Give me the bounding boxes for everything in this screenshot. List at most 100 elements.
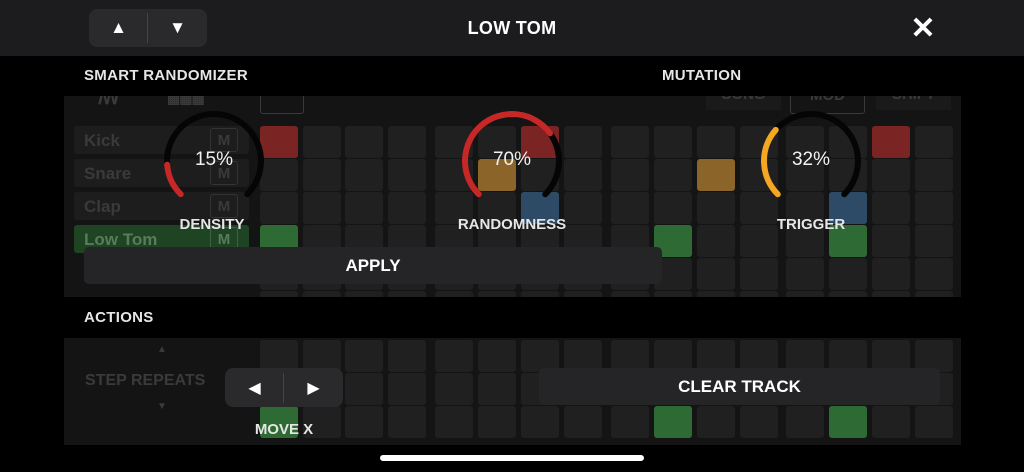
move-x-group: ◀ ▶ [225,368,343,407]
grid-cell [478,406,516,438]
density-value: 15% [194,149,234,170]
grid-cell [611,291,649,297]
grid-cell [345,406,383,438]
grid-cell [564,159,602,191]
track-name: Snare [84,164,132,183]
grid-cell [345,373,383,405]
grid-cell [303,126,341,158]
grid-cell [697,406,735,438]
grid-cell [564,291,602,297]
apply-button[interactable]: APPLY [84,247,662,284]
shift-button: SHIFT [876,96,951,110]
grid-cell [345,340,383,372]
top-bar: ▲ ▼ LOW TOM ✕ [0,0,1024,56]
track-name: Kick [84,131,120,150]
grid-cell [564,126,602,158]
grid-cell [915,159,953,191]
grid-cell [915,258,953,290]
grid-cell [260,291,298,297]
clear-track-button[interactable]: CLEAR TRACK [539,368,940,405]
app-logo-icon: ꟿ [98,96,120,108]
page-title: LOW TOM [467,18,557,38]
grid-cell [872,126,910,158]
grid-cell [345,159,383,191]
step-down-icon: ▼ [157,401,167,412]
grid-cell [478,373,516,405]
grid-cell [303,159,341,191]
grid-cell [388,291,426,297]
grid-cell [435,340,473,372]
grid-cell [564,406,602,438]
actions-heading: ACTIONS [84,309,154,326]
grid-cell [478,340,516,372]
grid-cell [345,192,383,224]
grid-cell [345,291,383,297]
randomness-label: RANDOMNESS [457,216,567,233]
grid-cell [303,291,341,297]
grid-cell [740,406,778,438]
grid-cell [740,291,778,297]
grid-cell [388,159,426,191]
grid-cell [611,159,649,191]
grid-cell [915,406,953,438]
grid-cell [654,406,692,438]
grid-cell [611,192,649,224]
right-arrow-icon: ▶ [307,379,320,397]
step-repeats-label: STEP REPEATS [85,372,206,389]
left-arrow-icon: ◀ [248,379,261,397]
grid-cell [478,291,516,297]
grid-cell [786,406,824,438]
move-left-button[interactable]: ◀ [225,368,284,407]
grid-cell [697,258,735,290]
grid-cell [388,406,426,438]
grid-cell [388,373,426,405]
grid-cell [388,340,426,372]
grid-cell [829,406,867,438]
grid-cell [872,159,910,191]
density-label: DENSITY [179,216,245,233]
trigger-knob[interactable]: 32% [757,107,865,215]
trigger-label: TRIGGER [776,216,846,233]
home-indicator[interactable] [380,455,644,461]
density-knob[interactable]: 15% [160,107,268,215]
smart-randomizer-heading: SMART RANDOMIZER [84,67,248,84]
grid-cell [872,258,910,290]
grid-cell [388,126,426,158]
grid-cell [786,258,824,290]
randomness-knob[interactable]: 70% [458,107,566,215]
mutation-heading: MUTATION [662,67,742,84]
grid-cell [654,126,692,158]
grid-cell [654,192,692,224]
grid-cell [872,406,910,438]
grid-cell [915,291,953,297]
grid-cell [345,126,383,158]
grid-cell [521,291,559,297]
grid-cell [435,406,473,438]
grid-cell [915,192,953,224]
grid-cell [611,406,649,438]
close-button[interactable]: ✕ [906,11,940,45]
grid-cell [697,291,735,297]
grid-cell [829,291,867,297]
grid-cell [697,126,735,158]
trigger-value: 32% [791,149,831,170]
move-x-label: MOVE X [254,421,314,438]
track-name: Clap [84,197,121,216]
grid-cell [915,225,953,257]
grid-cell [872,291,910,297]
grid-cell [521,406,559,438]
randomness-value: 70% [492,149,532,170]
grid-cell [435,291,473,297]
move-right-button[interactable]: ▶ [284,368,343,407]
grid-cell [435,373,473,405]
grid-cell [654,159,692,191]
close-icon: ✕ [910,11,936,45]
grid-cell [786,291,824,297]
step-up-icon: ▲ [157,344,167,355]
grid-cell [611,126,649,158]
grid-cell [697,159,735,191]
grid-cell [915,126,953,158]
grid-cell [829,258,867,290]
grid-cell [740,258,778,290]
grid-cell [654,291,692,297]
